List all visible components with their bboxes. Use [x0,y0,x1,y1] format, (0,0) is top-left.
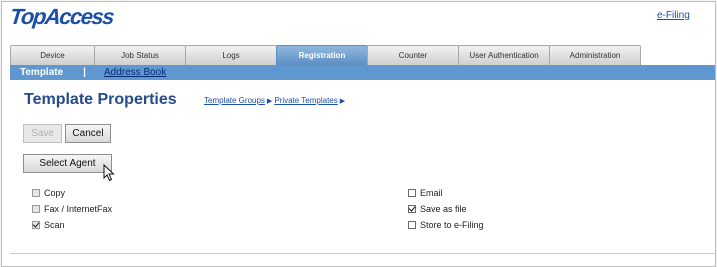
agent-store-efiling: Store to e-Filing [408,220,484,230]
agent-email: Email [408,188,443,198]
tab-administration[interactable]: Administration [549,45,641,65]
tab-job-status[interactable]: Job Status [94,45,186,65]
email-label: Email [420,188,443,198]
tab-device[interactable]: Device [10,45,95,65]
agent-copy: Copy [32,188,65,198]
cancel-button[interactable]: Cancel [65,124,111,143]
agent-scan: Scan [32,220,65,230]
main-tabs: Device Job Status Logs Registration Coun… [10,45,641,65]
subnav-separator: | [83,67,86,78]
sub-navigation: Template | Address Book [10,65,715,80]
agent-fax: Fax / InternetFax [32,204,112,214]
breadcrumb-template-groups[interactable]: Template Groups [204,96,265,105]
bottom-divider [10,253,715,254]
fax-checkbox[interactable] [32,205,40,213]
select-agent-button[interactable]: Select Agent [23,154,112,173]
copy-label: Copy [44,188,66,198]
save-button[interactable]: Save [23,124,62,143]
breadcrumb-private-templates[interactable]: Private Templates [274,96,337,105]
store-efiling-checkbox[interactable] [408,221,416,229]
tab-counter[interactable]: Counter [367,45,459,65]
breadcrumb: Template Groups ▶ Private Templates ▶ [204,96,347,105]
save-as-file-label: Save as file [420,204,467,214]
breadcrumb-arrow-icon: ▶ [339,97,346,105]
subnav-address-book[interactable]: Address Book [104,67,166,78]
topaccess-logo: TopAccess [8,4,115,29]
efiling-link[interactable]: e-Filing [657,10,690,21]
page-frame: TopAccess e-Filing Device Job Status Log… [1,1,716,267]
save-as-file-checkbox[interactable] [408,205,416,213]
email-checkbox[interactable] [408,189,416,197]
fax-label: Fax / InternetFax [44,204,113,214]
tab-registration[interactable]: Registration [276,45,368,65]
store-efiling-label: Store to e-Filing [420,220,484,230]
tab-logs[interactable]: Logs [185,45,277,65]
agent-save-as-file: Save as file [408,204,467,214]
copy-checkbox[interactable] [32,189,40,197]
scan-label: Scan [44,220,65,230]
subnav-template[interactable]: Template [20,67,63,78]
scan-checkbox[interactable] [32,221,40,229]
tab-user-authentication[interactable]: User Authentication [458,45,550,65]
mouse-cursor-icon [103,164,115,182]
page-title: Template Properties [24,91,177,108]
breadcrumb-arrow-icon: ▶ [266,97,273,105]
